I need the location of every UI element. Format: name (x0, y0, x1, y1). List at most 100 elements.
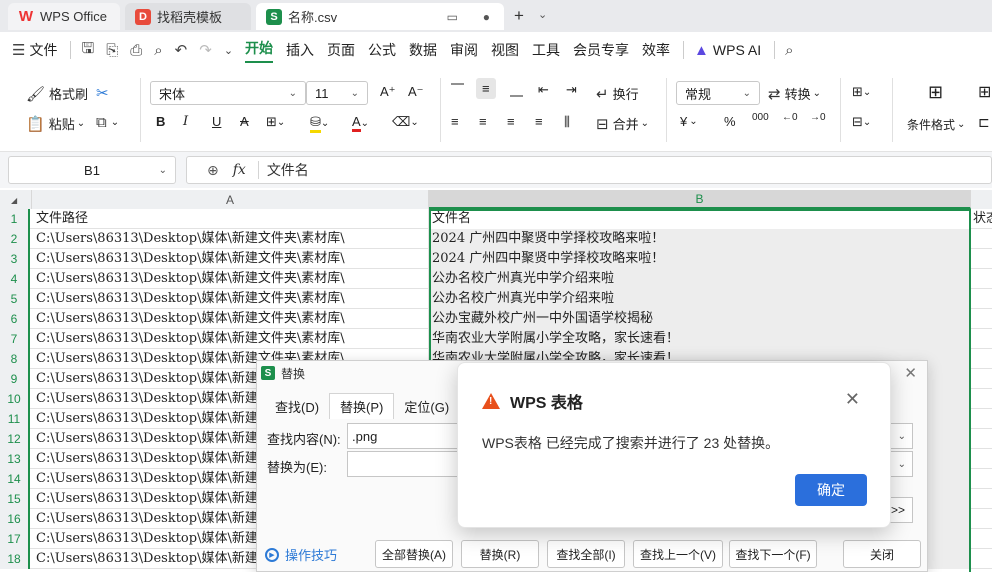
more-chevron-icon[interactable]: ⌄ (224, 44, 233, 57)
find-next-button[interactable]: 查找下一个(F) (729, 540, 817, 568)
formula-input[interactable]: ⊕ fx 文件名 (186, 156, 992, 184)
cell-c[interactable] (971, 289, 992, 309)
row-number[interactable]: 11 (0, 409, 30, 429)
cell-a[interactable]: C:\Users\86313\Desktop\媒体\新建文件夹\素材库\ (32, 269, 429, 289)
zoom-icon[interactable]: ⊕ (207, 162, 219, 179)
menu-data[interactable]: 数据 (409, 40, 437, 60)
row-number[interactable]: 13 (0, 449, 30, 469)
borders-button[interactable]: ⊞ ⌄ (266, 114, 285, 130)
fill-color-button[interactable]: ⛁ ⌄ (310, 114, 329, 133)
save-icon[interactable]: 🖫 (81, 38, 94, 63)
close-icon[interactable]: ✕ (904, 364, 917, 382)
row-number[interactable]: 16 (0, 509, 30, 529)
print-icon[interactable]: ⎙ (130, 42, 142, 59)
convert-button[interactable]: ⇄ 转换 ⌄ (768, 84, 821, 103)
row-number[interactable]: 6 (0, 309, 30, 329)
replace-all-button[interactable]: 全部替换(A) (375, 540, 453, 568)
row-number[interactable]: 5 (0, 289, 30, 309)
new-tab-plus-icon[interactable]: + (514, 6, 524, 26)
menu-review[interactable]: 审阅 (450, 40, 478, 60)
font-color-button[interactable]: A ⌄ (352, 114, 369, 132)
number-format-select[interactable]: 常规 ⌄ (676, 81, 760, 105)
column-header-a[interactable]: A (32, 190, 429, 209)
tab-find[interactable]: 查找(D) (265, 393, 329, 419)
tab-templates[interactable]: D 找稻壳模板 (125, 3, 251, 30)
column-header-c[interactable] (971, 190, 992, 209)
close-icon[interactable]: ✕ (845, 389, 860, 410)
cell-a[interactable]: 文件路径 (32, 209, 429, 229)
percent-button[interactable]: % (724, 114, 736, 129)
cut-button[interactable]: ✂ (96, 84, 113, 102)
cell-c[interactable] (971, 469, 992, 489)
column-header-b[interactable]: B (429, 190, 971, 209)
tips-link[interactable]: ▶ 操作技巧 (265, 545, 337, 564)
align-left-icon[interactable]: ≡ (451, 114, 459, 129)
cell-c[interactable] (971, 329, 992, 349)
menu-efficiency[interactable]: 效率 (642, 40, 670, 60)
tab-replace[interactable]: 替换(P) (329, 393, 395, 419)
cell-c[interactable] (971, 549, 992, 569)
row-number[interactable]: 1 (0, 209, 30, 229)
undo-icon[interactable]: ↶ (175, 41, 188, 59)
row-number[interactable]: 7 (0, 329, 30, 349)
row-number[interactable]: 3 (0, 249, 30, 269)
tab-wps-office[interactable]: W WPS Office (8, 3, 120, 30)
row-number[interactable]: 17 (0, 529, 30, 549)
font-size-select[interactable]: 11 ⌄ (306, 81, 368, 105)
font-name-select[interactable]: 宋体 ⌄ (150, 81, 306, 105)
merge-button[interactable]: ⊟ 合并 ⌄ (596, 114, 649, 133)
cell-c[interactable] (971, 349, 992, 369)
increase-decimal-button[interactable]: ←0 (782, 112, 798, 123)
row-number[interactable]: 18 (0, 549, 30, 569)
type-convert-button[interactable]: ⊞ ⌄ (852, 84, 871, 100)
cell-a[interactable]: C:\Users\86313\Desktop\媒体\新建文件夹\素材库\ (32, 229, 429, 249)
justify-icon[interactable]: ≡ (535, 114, 543, 129)
row-number[interactable]: 8 (0, 349, 30, 369)
cell-style-icon[interactable]: ⊏ (978, 114, 990, 131)
find-previous-button[interactable]: 查找上一个(V) (633, 540, 723, 568)
paste-button[interactable]: 📋 粘贴 ⌄ (26, 114, 85, 133)
cell-b[interactable]: 华南农业大学附属小学全攻略，家长速看！ (429, 329, 970, 349)
cell-b[interactable]: 公办名校广州真光中学介绍来啦 (429, 289, 970, 309)
distributed-icon[interactable]: ⫼ (564, 114, 570, 130)
menu-view[interactable]: 视图 (491, 40, 519, 60)
align-center-icon[interactable]: ≡ (479, 114, 487, 129)
cell-b[interactable]: 2024 广州四中聚贤中学择校攻略来啦！ (429, 249, 970, 269)
menu-insert[interactable]: 插入 (286, 40, 314, 60)
decrease-indent-icon[interactable]: ⇤ (538, 82, 549, 98)
cell-a[interactable]: C:\Users\86313\Desktop\媒体\新建文件夹\素材库\ (32, 329, 429, 349)
print-preview-icon[interactable]: ⌕ (154, 42, 162, 59)
menu-wps-ai[interactable]: WPS AI (713, 42, 761, 58)
window-icon[interactable]: ▭ (447, 10, 458, 24)
chevron-down-icon[interactable]: ⌄ (898, 459, 906, 470)
menu-home[interactable]: 开始 (245, 38, 274, 63)
align-bottom-icon[interactable]: ⎽ (510, 82, 523, 98)
cell-a[interactable]: C:\Users\86313\Desktop\媒体\新建文件夹\素材库\ (32, 249, 429, 269)
fx-icon[interactable]: fx (233, 162, 246, 178)
underline-button[interactable]: U (212, 114, 221, 129)
row-number[interactable]: 12 (0, 429, 30, 449)
decrease-font-button[interactable]: A⁻ (408, 84, 424, 100)
conditional-format-button[interactable]: 条件格式 ⌄ (907, 116, 965, 133)
find-all-button[interactable]: 查找全部(I) (547, 540, 625, 568)
conditional-format-icon[interactable]: ⊞ (928, 82, 943, 103)
cell-b[interactable]: 公办宝藏外校广州一中外国语学校揭秘 (429, 309, 970, 329)
search-icon[interactable]: ⌕ (785, 42, 793, 59)
increase-font-button[interactable]: A⁺ (380, 84, 396, 100)
ok-button[interactable]: 确定 (795, 474, 867, 506)
cell-c[interactable] (971, 529, 992, 549)
cell-b[interactable]: 公办名校广州真光中学介绍来啦 (429, 269, 970, 289)
currency-button[interactable]: ¥ ⌄ (680, 114, 698, 129)
cell-c[interactable] (971, 409, 992, 429)
cell-c[interactable] (971, 449, 992, 469)
share-icon[interactable]: ⎘ (106, 42, 118, 59)
thousands-button[interactable]: 000 (752, 112, 769, 123)
close-button[interactable]: 关闭 (843, 540, 921, 568)
align-right-icon[interactable]: ≡ (507, 114, 515, 129)
select-all-corner[interactable]: ◢ (0, 190, 32, 209)
row-number[interactable]: 2 (0, 229, 30, 249)
menu-file[interactable]: 文件 (29, 40, 57, 60)
row-number[interactable]: 10 (0, 389, 30, 409)
row-number[interactable]: 9 (0, 369, 30, 389)
cell-b[interactable]: 2024 广州四中聚贤中学择校攻略来啦！ (429, 229, 970, 249)
